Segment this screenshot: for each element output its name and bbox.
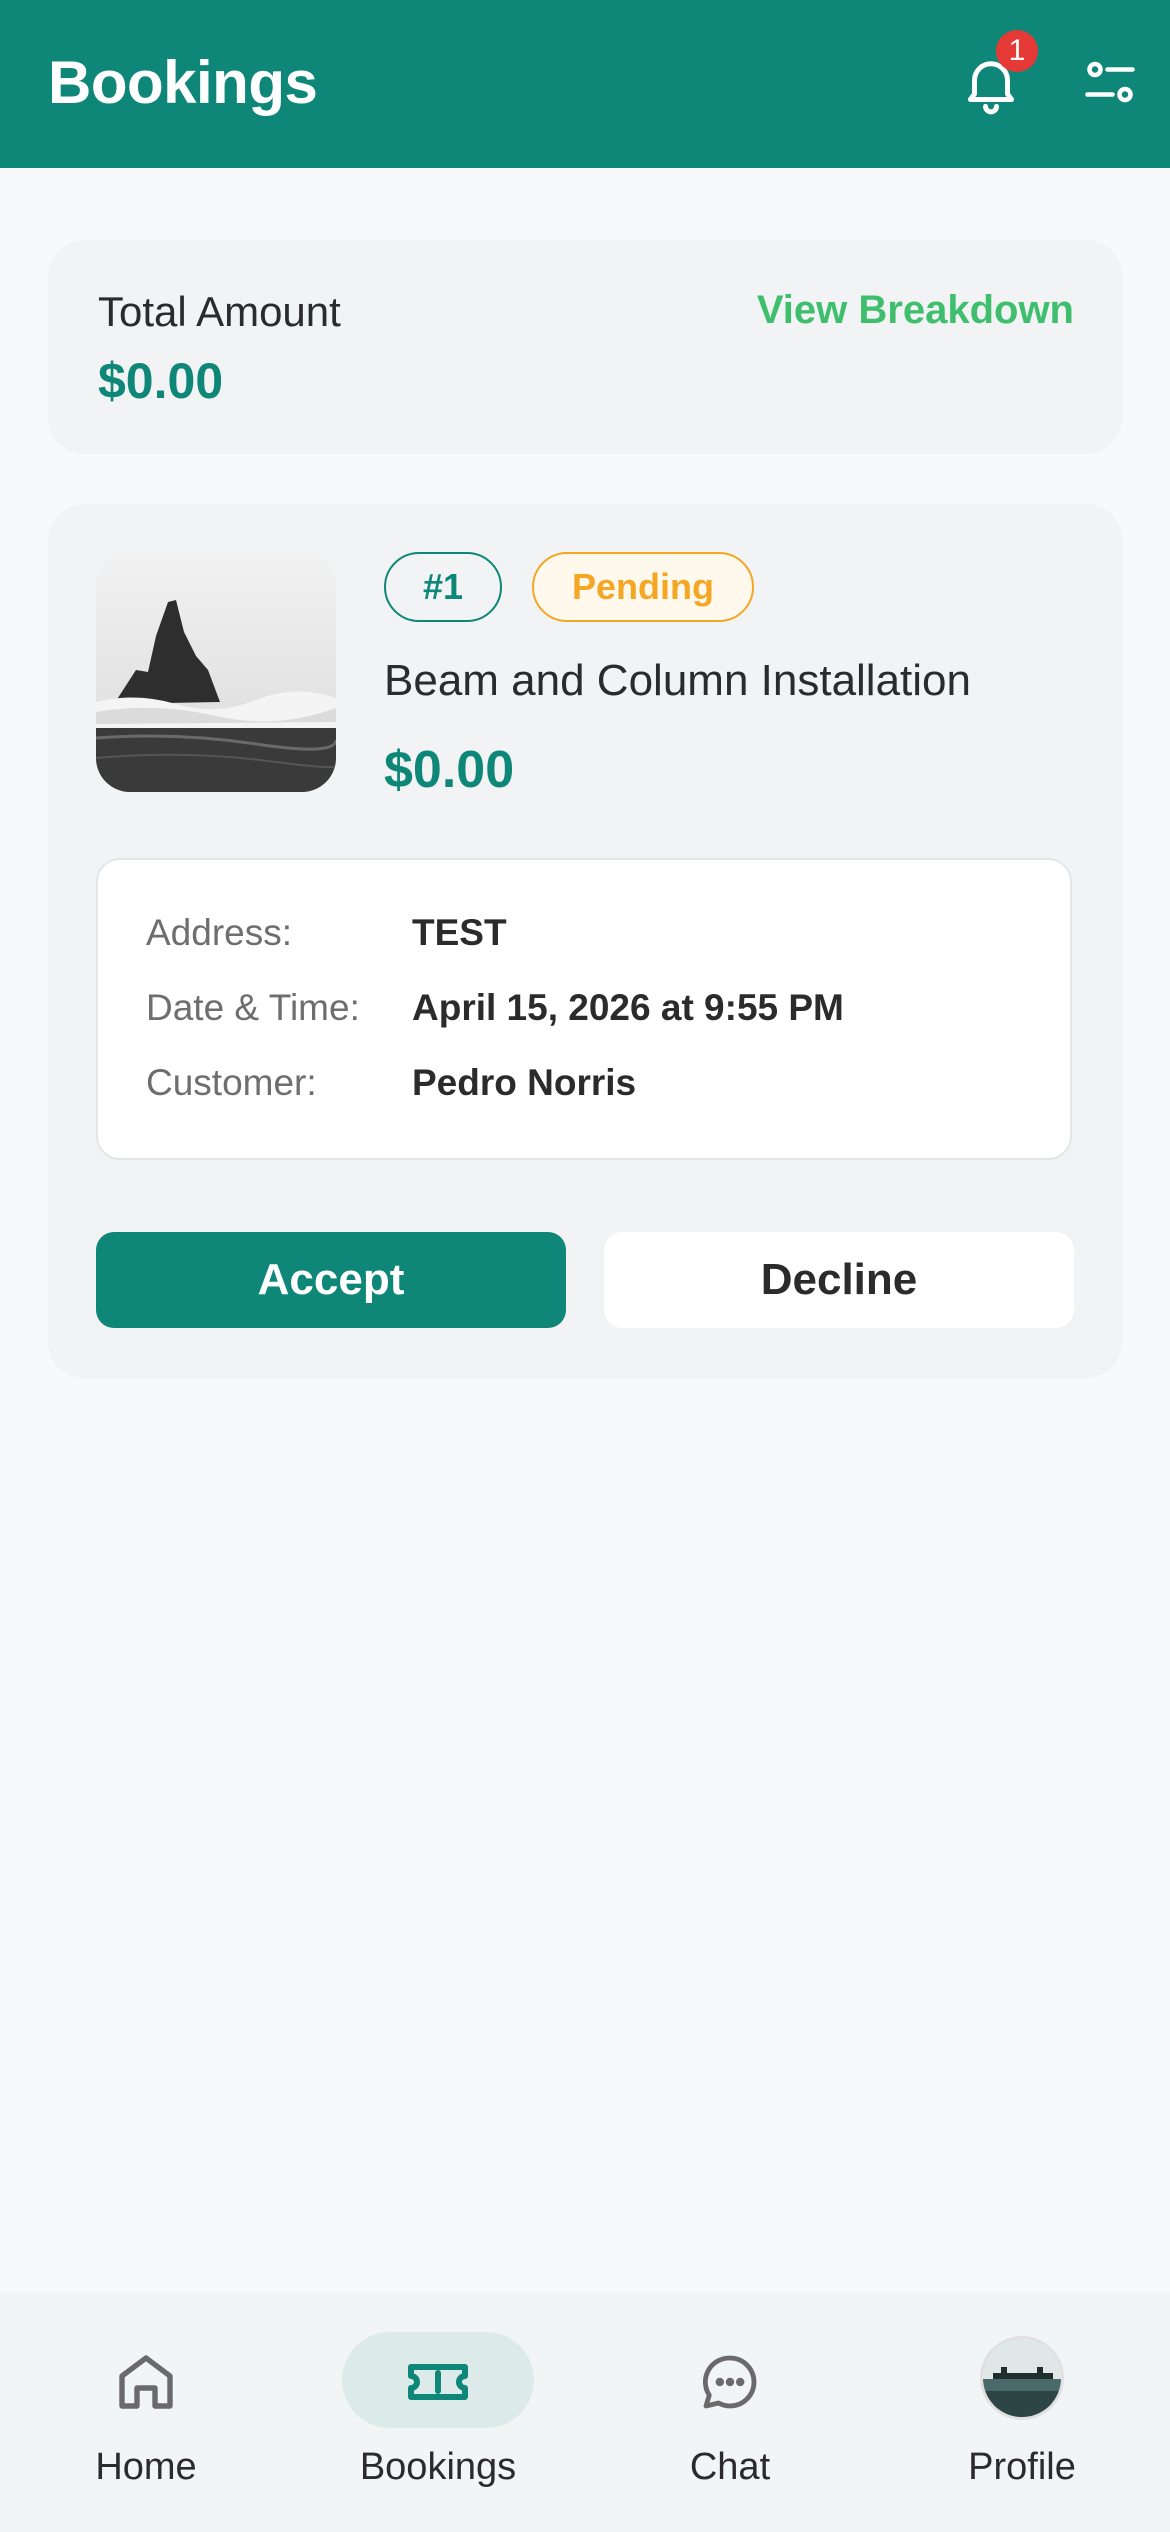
customer-label: Customer: — [146, 1062, 317, 1103]
tab-home-label: Home — [95, 2446, 197, 2488]
address-value: TEST — [412, 912, 507, 953]
total-amount-card: Total Amount $0.00 View Breakdown — [48, 240, 1122, 454]
ticket-icon — [408, 2364, 468, 2400]
total-amount-label: Total Amount — [98, 288, 341, 335]
chat-icon — [703, 2355, 757, 2409]
tab-bookings[interactable]: Bookings — [292, 2292, 584, 2532]
booking-id-tag: #1 — [384, 552, 502, 622]
notification-badge: 1 — [996, 30, 1038, 72]
view-breakdown-link[interactable]: View Breakdown — [757, 288, 1074, 333]
total-amount-value: $0.00 — [98, 353, 224, 409]
bottom-tab-bar: Home Bookings Chat Profile — [0, 2292, 1170, 2532]
address-label: Address: — [146, 912, 293, 953]
accept-button[interactable]: Accept — [96, 1232, 566, 1328]
page-title: Bookings — [48, 49, 318, 116]
home-icon — [119, 2355, 173, 2409]
avatar — [980, 2336, 1064, 2420]
booking-details: Address: TEST Date & Time: April 15, 202… — [96, 858, 1072, 1160]
tab-chat-label: Chat — [689, 2446, 771, 2488]
service-thumbnail — [96, 552, 336, 792]
status-badge: Pending — [532, 552, 754, 622]
app-header: Bookings 1 — [0, 0, 1170, 168]
tab-profile-label: Profile — [968, 2446, 1076, 2488]
datetime-label: Date & Time: — [146, 987, 360, 1028]
service-title: Beam and Column Installation — [384, 656, 971, 705]
tab-profile[interactable]: Profile — [876, 2292, 1168, 2532]
tab-bookings-label: Bookings — [359, 2446, 517, 2488]
service-price: $0.00 — [384, 741, 515, 799]
customer-value: Pedro Norris — [412, 1062, 637, 1103]
filter-icon[interactable] — [1080, 52, 1140, 112]
datetime-value: April 15, 2026 at 9:55 PM — [412, 987, 844, 1028]
decline-button[interactable]: Decline — [604, 1232, 1074, 1328]
tab-chat[interactable]: Chat — [584, 2292, 876, 2532]
booking-card[interactable]: #1 Pending Beam and Column Installation … — [48, 504, 1122, 1378]
tab-home[interactable]: Home — [0, 2292, 292, 2532]
